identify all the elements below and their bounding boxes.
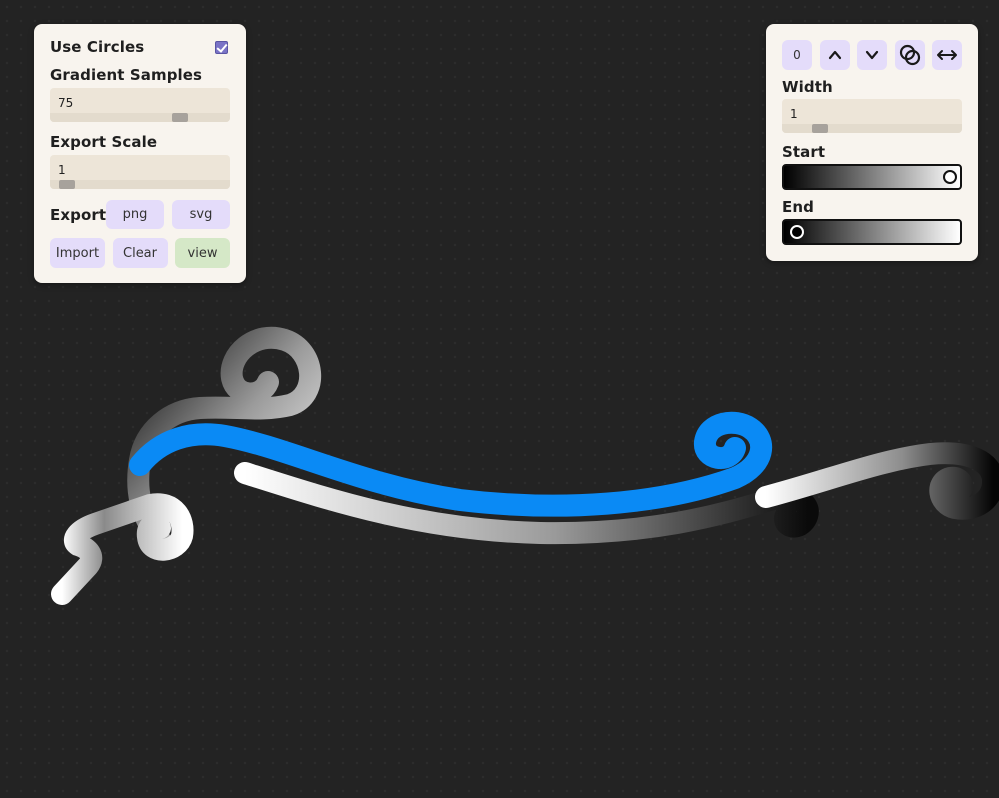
chevron-up-icon (828, 50, 841, 60)
gradient-samples-value: 75 (58, 96, 74, 110)
view-button[interactable]: view (175, 238, 230, 268)
stroke-toolbar: 0 (782, 40, 962, 70)
end-label: End (782, 198, 814, 216)
move-up-button[interactable] (819, 40, 850, 70)
move-down-button[interactable] (857, 40, 887, 70)
stroke-panel: 0 Width 1 Start End (766, 24, 978, 261)
stroke-path[interactable] (51, 493, 194, 605)
width-slider[interactable]: 1 (782, 99, 962, 133)
stroke-index-button[interactable]: 0 (782, 40, 812, 70)
gradient-knob[interactable] (943, 170, 957, 184)
use-circles-row: Use Circles (50, 38, 230, 56)
gradient-knob[interactable] (790, 225, 804, 239)
export-row: Export png svg (50, 200, 230, 229)
gradient-samples-label: Gradient Samples (50, 66, 203, 84)
use-circles-checkbox[interactable] (215, 40, 228, 54)
slider-thumb[interactable] (59, 180, 75, 189)
slider-thumb[interactable] (172, 113, 188, 122)
import-button[interactable]: Import (50, 238, 105, 268)
slider-track (782, 124, 962, 133)
start-label: Start (782, 143, 826, 161)
gradient-samples-slider[interactable]: 75 (50, 88, 230, 122)
action-row: Import Clear view (50, 238, 230, 268)
width-value: 1 (790, 107, 798, 121)
end-gradient-picker[interactable] (782, 219, 962, 245)
selected-stroke-path[interactable] (129, 411, 773, 517)
clear-button[interactable]: Clear (112, 238, 168, 268)
combine-button[interactable] (894, 40, 925, 70)
slider-thumb[interactable] (812, 124, 828, 133)
chevron-down-icon (865, 50, 879, 60)
use-circles-label: Use Circles (50, 38, 145, 56)
export-scale-slider[interactable]: 1 (50, 155, 230, 189)
left-right-arrow-icon (937, 50, 957, 60)
export-scale-value: 1 (58, 163, 66, 177)
export-svg-button[interactable]: svg (172, 200, 230, 229)
export-label: Export (50, 205, 107, 224)
export-png-button[interactable]: png (106, 200, 164, 229)
start-gradient-picker[interactable] (782, 164, 962, 190)
slider-track (50, 113, 230, 122)
settings-panel: Use Circles Gradient Samples 75 Export S… (34, 24, 246, 283)
export-scale-label: Export Scale (50, 133, 158, 151)
width-label: Width (782, 78, 833, 96)
slider-track (50, 180, 230, 189)
overlapping-circles-icon (899, 44, 920, 66)
flip-button[interactable] (932, 40, 962, 70)
